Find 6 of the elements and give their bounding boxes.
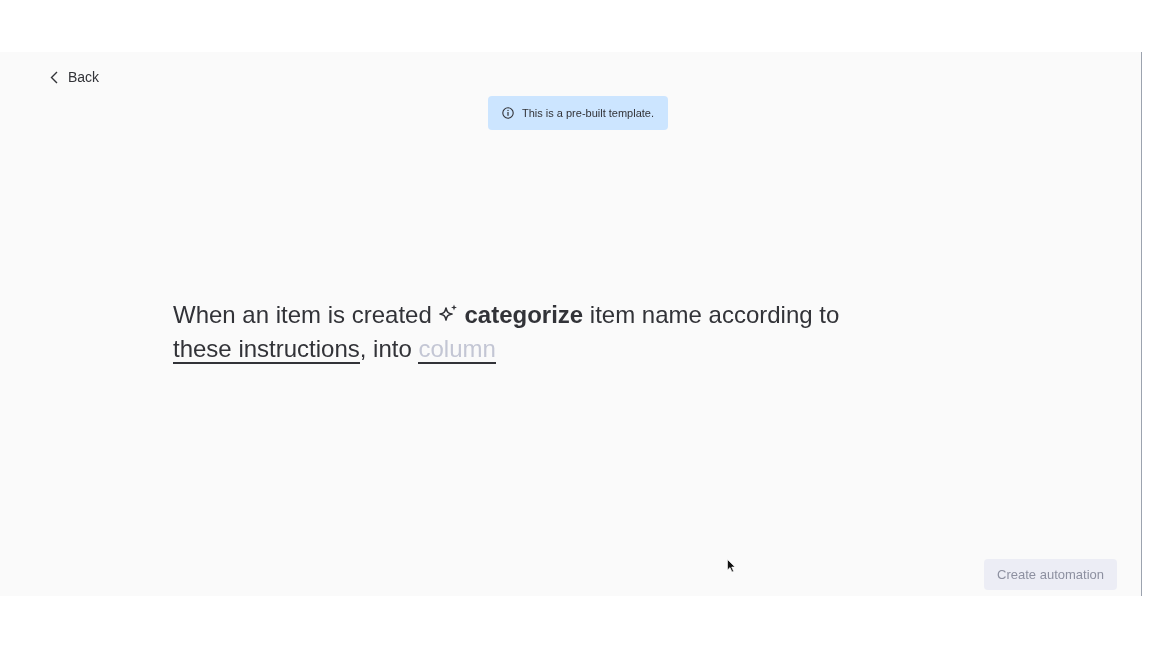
chevron-left-icon [50,70,58,84]
sentence-field[interactable]: these instructions [173,335,360,364]
back-link[interactable]: Back [50,68,100,86]
info-icon [501,107,514,119]
notice-text: This is a pre-built template. [521,105,655,121]
cursor-icon [727,559,736,573]
